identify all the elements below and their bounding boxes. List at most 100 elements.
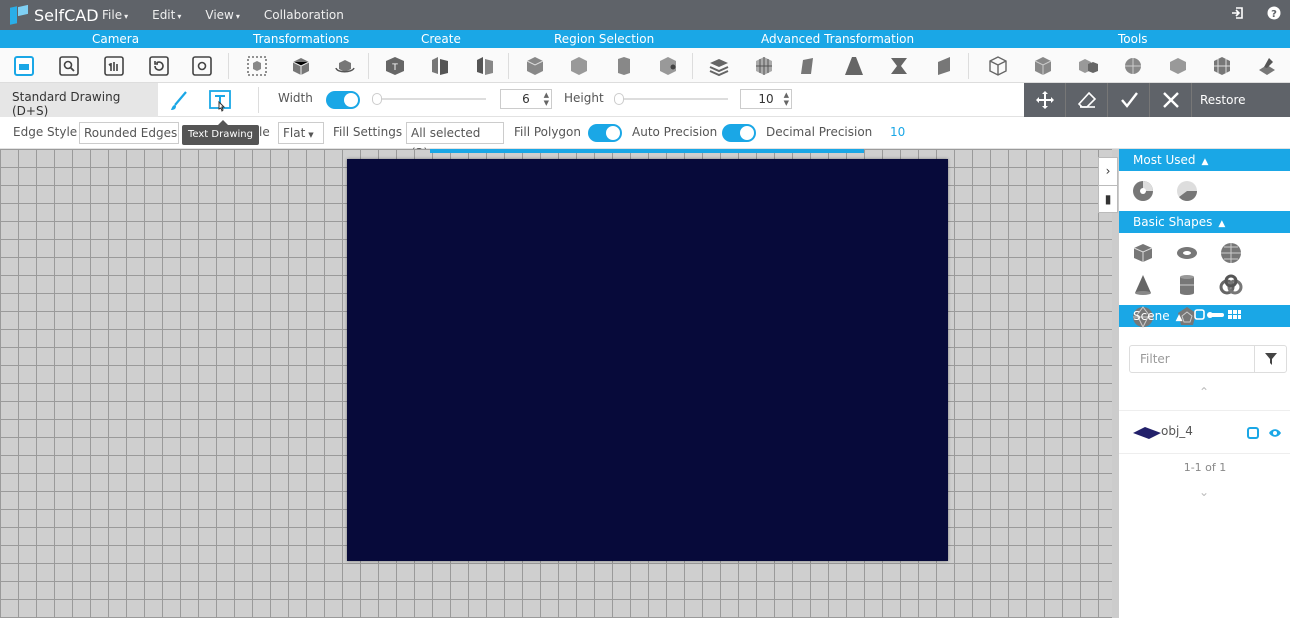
width-input[interactable]: 6 ▲ ▼ <box>500 89 552 109</box>
fill-settings-label: Fill Settings <box>333 125 403 139</box>
menu-file[interactable]: File ▾ <box>102 8 128 22</box>
fill-polygon-label: Fill Polygon <box>514 125 581 139</box>
eraser-icon <box>1077 91 1096 108</box>
twist-icon[interactable] <box>887 54 911 78</box>
sign-out-icon[interactable] <box>1230 6 1246 22</box>
rotate-view-icon[interactable] <box>147 54 171 78</box>
drawing-plane[interactable] <box>347 159 948 561</box>
drawing-options-row: Standard Drawing (D+S) Width 6 ▲ ▼ Height … <box>0 83 1290 141</box>
loading-progress-bar <box>430 149 864 153</box>
height-input[interactable]: 10 ▲ ▼ <box>740 89 792 109</box>
most-used-header[interactable]: Most Used ▲ <box>1119 149 1290 171</box>
extrude-icon[interactable] <box>428 54 452 78</box>
filter-input[interactable]: Filter <box>1129 345 1287 373</box>
sphere-tool-icon[interactable] <box>1121 54 1145 78</box>
shape-sphere[interactable] <box>1209 237 1253 269</box>
scale-icon[interactable] <box>245 54 269 78</box>
move-arrows-icon <box>1035 91 1054 109</box>
stack-icon[interactable] <box>707 54 731 78</box>
menu-view[interactable]: View ▾ <box>205 8 240 22</box>
group-icon[interactable] <box>1076 54 1100 78</box>
shape-item[interactable] <box>1165 175 1209 207</box>
select-vertex-icon[interactable] <box>656 54 680 78</box>
width-slider-handle[interactable] <box>372 93 382 105</box>
fill-settings-select[interactable]: All selected (3)▼ <box>406 122 504 160</box>
help-icon[interactable]: ? <box>1266 6 1282 22</box>
bend-icon[interactable] <box>797 54 821 78</box>
auto-precision-toggle[interactable] <box>722 124 756 142</box>
height-slider-handle[interactable] <box>614 93 624 105</box>
collapse-panel-chevron-icon[interactable]: › <box>1099 158 1117 185</box>
menu-edit[interactable]: Edit ▾ <box>152 8 181 22</box>
category-create[interactable]: Create <box>421 32 461 46</box>
shape-cylinder[interactable] <box>1165 269 1209 301</box>
category-tools[interactable]: Tools <box>1118 32 1148 46</box>
spinner-icon[interactable]: ▲ ▼ <box>784 91 789 107</box>
app-logo[interactable]: SelfCAD <box>0 4 102 26</box>
decimal-precision-value[interactable]: 10 <box>890 125 905 139</box>
shape-torus[interactable] <box>1165 237 1209 269</box>
category-region-selection[interactable]: Region Selection <box>554 32 654 46</box>
basic-shapes-header[interactable]: Basic Shapes ▲ <box>1119 211 1290 233</box>
tool-icon-bar: T <box>0 48 1290 83</box>
category-transformations[interactable]: Transformations <box>253 32 349 46</box>
spinner-icon[interactable]: ▲ ▼ <box>544 91 549 107</box>
filter-button[interactable] <box>1254 346 1286 372</box>
pan-icon[interactable] <box>102 54 126 78</box>
panel-layout-icon[interactable]: ▮ <box>1099 185 1117 212</box>
select-edge-icon[interactable] <box>612 54 636 78</box>
move-tool-button[interactable] <box>1024 83 1066 117</box>
scene-view-toggle-icon[interactable] <box>1194 309 1242 321</box>
shape-cube[interactable] <box>1121 237 1165 269</box>
cancel-button[interactable] <box>1150 83 1192 117</box>
3d-text-icon[interactable]: T <box>383 54 407 78</box>
check-icon <box>1120 92 1138 108</box>
tooltip: Text Drawing <box>182 120 259 145</box>
scroll-up-chevron-icon[interactable]: ⌃ <box>1199 385 1209 399</box>
shape-item[interactable] <box>1121 175 1165 207</box>
scene-header[interactable]: Scene ▲ <box>1119 305 1290 327</box>
shape-knot[interactable] <box>1209 269 1253 301</box>
camera-view-icon[interactable] <box>12 54 36 78</box>
lattice-icon[interactable] <box>752 54 776 78</box>
eraser-button[interactable] <box>1066 83 1108 117</box>
fill-polygon-toggle[interactable] <box>588 124 622 142</box>
subdivide-icon[interactable] <box>1210 54 1234 78</box>
style-select[interactable]: Flat ▼ <box>278 122 324 144</box>
cone-icon <box>1135 275 1151 295</box>
scroll-down-chevron-icon[interactable]: ⌄ <box>1199 485 1209 499</box>
3d-viewport[interactable] <box>0 149 1112 618</box>
torus-icon <box>1177 247 1197 259</box>
wireframe-cube-icon[interactable] <box>986 54 1010 78</box>
category-camera[interactable]: Camera <box>92 32 139 46</box>
width-slider[interactable] <box>372 93 486 105</box>
collapse-triangle-icon: ▲ <box>1175 313 1183 323</box>
solid-cube-icon[interactable] <box>1031 54 1055 78</box>
select-region-icon[interactable] <box>523 54 547 78</box>
height-slider[interactable] <box>614 93 728 105</box>
category-advanced-transformation[interactable]: Advanced Transformation <box>761 32 914 46</box>
revolve-icon[interactable] <box>473 54 497 78</box>
edge-style-select[interactable]: Rounded Edges <box>79 122 179 144</box>
text-drawing-icon[interactable] <box>207 88 233 114</box>
shape-cone[interactable] <box>1121 269 1165 301</box>
restore-default-button[interactable]: Restore Default <box>1190 83 1290 141</box>
paint-icon[interactable] <box>1255 54 1279 78</box>
right-panel: Most Used ▲ Basic Shapes ▲ Scene ▲ Filter ⌃… <box>1118 149 1290 618</box>
scene-object-row[interactable]: obj_4 <box>1119 410 1290 454</box>
select-object-icon[interactable] <box>1247 427 1259 439</box>
slice-icon[interactable] <box>932 54 956 78</box>
zoom-icon[interactable] <box>57 54 81 78</box>
taper-icon[interactable] <box>842 54 866 78</box>
select-face-icon[interactable] <box>567 54 591 78</box>
visibility-eye-icon[interactable] <box>1268 428 1282 438</box>
confirm-button[interactable] <box>1108 83 1150 117</box>
move-icon[interactable] <box>289 54 313 78</box>
menu-collaboration[interactable]: Collaboration <box>264 8 344 22</box>
freehand-brush-icon[interactable] <box>166 88 192 114</box>
width-toggle[interactable] <box>326 91 360 109</box>
knot-icon <box>1219 274 1243 295</box>
shell-icon[interactable] <box>1166 54 1190 78</box>
rotate-icon[interactable] <box>333 54 357 78</box>
screenshot-icon[interactable] <box>190 54 214 78</box>
